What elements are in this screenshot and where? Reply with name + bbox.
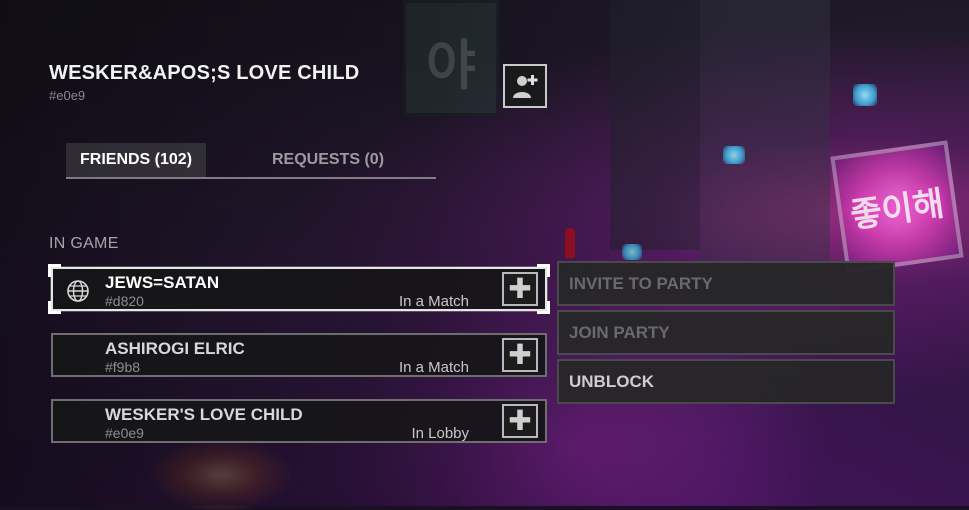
plus-icon: ✚: [508, 404, 532, 437]
friend-context-menu: INVITE TO PARTY JOIN PARTY UNBLOCK: [557, 261, 895, 408]
menu-item-invite-to-party[interactable]: INVITE TO PARTY: [557, 261, 895, 306]
selection-corner: [537, 264, 550, 277]
friends-tabs: FRIENDS (102) REQUESTS (0): [66, 143, 436, 179]
selection-corner: [48, 301, 61, 314]
friend-row[interactable]: WESKER'S LOVE CHILD #e0e9 In Lobby ✚: [51, 399, 547, 443]
add-friend-button[interactable]: [503, 64, 547, 108]
tab-requests[interactable]: REQUESTS (0): [272, 143, 384, 177]
friend-name: ASHIROGI ELRIC: [105, 339, 245, 358]
menu-item-unblock[interactable]: UNBLOCK: [557, 359, 895, 404]
friend-tag: #d820: [105, 293, 144, 309]
friend-name: JEWS=SATAN: [105, 273, 220, 292]
globe-icon: [67, 280, 89, 302]
add-user-icon: [513, 75, 538, 98]
plus-icon: ✚: [508, 338, 532, 371]
friend-status: In Lobby: [411, 425, 469, 442]
friend-tag: #e0e9: [105, 425, 144, 441]
tabs-divider: [66, 177, 436, 179]
tab-friends[interactable]: FRIENDS (102): [66, 143, 207, 177]
invite-friend-button[interactable]: ✚: [502, 272, 538, 306]
invite-friend-button[interactable]: ✚: [502, 338, 538, 372]
profile-tag: #e0e9: [49, 88, 86, 103]
friend-row[interactable]: JEWS=SATAN #d820 In a Match ✚: [48, 264, 550, 314]
selection-corner: [48, 264, 61, 277]
section-label-in-game: IN GAME: [49, 235, 119, 252]
profile-name: WESKER&APOS;S LOVE CHILD: [49, 62, 360, 84]
menu-item-join-party[interactable]: JOIN PARTY: [557, 310, 895, 355]
friend-status: In a Match: [398, 359, 469, 376]
invite-friend-button[interactable]: ✚: [502, 404, 538, 438]
friend-tag: #f9b8: [105, 359, 141, 375]
friend-status: In a Match: [398, 293, 469, 310]
friend-row[interactable]: ASHIROGI ELRIC #f9b8 In a Match ✚: [51, 333, 547, 377]
plus-icon: ✚: [508, 272, 532, 305]
friend-name: WESKER'S LOVE CHILD: [105, 405, 303, 424]
selection-corner: [537, 301, 550, 314]
